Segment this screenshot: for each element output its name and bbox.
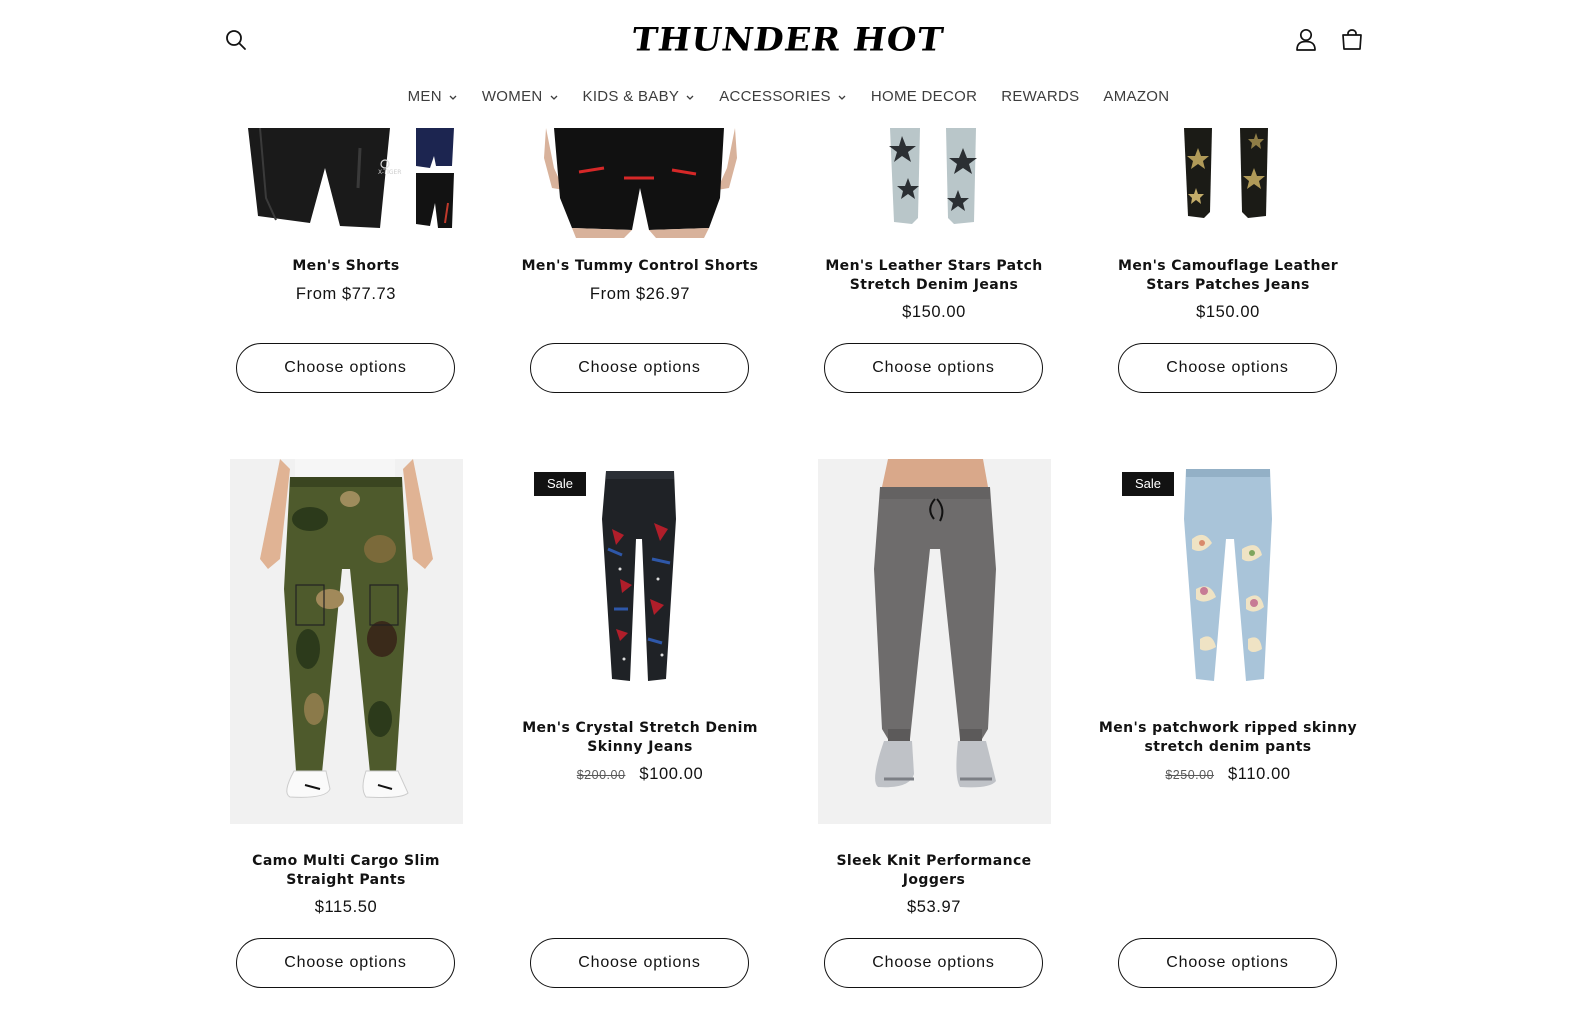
cart-icon bbox=[1342, 29, 1362, 50]
nav-item-home-decor[interactable]: HOME DECOR bbox=[859, 84, 989, 109]
price-value: $150.00 bbox=[902, 303, 966, 321]
svg-text:X-TIGER: X-TIGER bbox=[378, 169, 401, 176]
product-price: $115.50 bbox=[216, 898, 476, 917]
product-image[interactable] bbox=[230, 459, 463, 824]
chevron-down-icon bbox=[838, 95, 846, 100]
choose-options-button[interactable]: Choose options bbox=[236, 343, 455, 393]
site-header: THUNDER HOT MEN WOMEN KIDS & BABY ACCESS… bbox=[0, 0, 1577, 128]
price-value: $110.00 bbox=[1228, 765, 1291, 783]
site-logo[interactable]: THUNDER HOT bbox=[629, 14, 946, 66]
chevron-down-icon bbox=[449, 95, 457, 100]
cart-button[interactable] bbox=[1334, 22, 1370, 58]
product-image[interactable]: X-TIGER bbox=[230, 128, 463, 238]
product-image[interactable] bbox=[818, 459, 1051, 824]
product-title[interactable]: Men's Camouflage Leather Stars Patches J… bbox=[1098, 257, 1358, 294]
account-button[interactable] bbox=[1288, 22, 1324, 58]
star-jeans-image bbox=[889, 128, 977, 224]
product-title[interactable]: Men's Tummy Control Shorts bbox=[510, 257, 770, 276]
product-image[interactable]: Sale bbox=[524, 459, 757, 692]
choose-options-button[interactable]: Choose options bbox=[530, 343, 749, 393]
nav-item-women[interactable]: WOMEN bbox=[470, 84, 571, 109]
nav-item-accessories[interactable]: ACCESSORIES bbox=[707, 84, 859, 109]
choose-options-button[interactable]: Choose options bbox=[824, 938, 1043, 988]
product-image[interactable] bbox=[524, 128, 757, 238]
price-value: $150.00 bbox=[1196, 303, 1260, 321]
choose-options-button[interactable]: Choose options bbox=[236, 938, 455, 988]
price-value: $100.00 bbox=[639, 765, 704, 783]
compare-price: $250.00 bbox=[1165, 768, 1215, 782]
compare-price: $200.00 bbox=[576, 768, 626, 782]
product-price: $53.97 bbox=[804, 898, 1064, 917]
sale-badge: Sale bbox=[1122, 472, 1175, 496]
account-icon bbox=[1296, 28, 1316, 51]
nav-item-amazon[interactable]: AMAZON bbox=[1091, 84, 1181, 109]
camo-star-jeans-image bbox=[1184, 128, 1268, 218]
product-title[interactable]: Men's Crystal Stretch Denim Skinny Jeans bbox=[510, 719, 770, 756]
joggers-image bbox=[874, 459, 996, 788]
nav-label: WOMEN bbox=[481, 88, 543, 105]
product-price: $250.00 $110.00 bbox=[1098, 765, 1358, 784]
nav-item-men[interactable]: MEN bbox=[396, 84, 470, 109]
choose-options-button[interactable]: Choose options bbox=[1118, 343, 1337, 393]
sale-badge: Sale bbox=[534, 472, 587, 496]
product-title[interactable]: Men's patchwork ripped skinny stretch de… bbox=[1098, 719, 1358, 756]
product-image[interactable] bbox=[818, 128, 1051, 238]
nav-item-kids-baby[interactable]: KIDS & BABY bbox=[571, 84, 708, 109]
search-button[interactable] bbox=[218, 22, 254, 58]
product-price: From $26.97 bbox=[510, 285, 770, 304]
logo-text: THUNDER HOT bbox=[629, 21, 947, 59]
product-price: $150.00 bbox=[1098, 303, 1358, 322]
product-title[interactable]: Men's Leather Stars Patch Stretch Denim … bbox=[804, 257, 1064, 294]
chevron-down-icon bbox=[550, 95, 557, 100]
price-value: $115.50 bbox=[314, 898, 378, 916]
nav-label: AMAZON bbox=[1103, 88, 1170, 105]
product-image[interactable]: Sale bbox=[1112, 459, 1345, 692]
chevron-down-icon bbox=[686, 95, 694, 100]
tummy-shorts-image bbox=[544, 128, 737, 238]
product-image[interactable] bbox=[1112, 128, 1345, 238]
nav-item-rewards[interactable]: REWARDS bbox=[989, 84, 1091, 109]
product-price: From $77.73 bbox=[216, 285, 476, 304]
choose-options-button[interactable]: Choose options bbox=[824, 343, 1043, 393]
product-title[interactable]: Men's Shorts bbox=[216, 257, 476, 276]
choose-options-button[interactable]: Choose options bbox=[1118, 938, 1337, 988]
product-price: $150.00 bbox=[804, 303, 1064, 322]
main-nav: MEN WOMEN KIDS & BABY ACCESSORIES HOME D… bbox=[0, 84, 1577, 109]
shorts-image: X-TIGER bbox=[248, 128, 454, 228]
search-icon bbox=[226, 30, 246, 50]
nav-label: ACCESSORIES bbox=[719, 88, 831, 105]
nav-label: KIDS & BABY bbox=[582, 88, 680, 105]
nav-label: HOME DECOR bbox=[870, 88, 978, 105]
price-value: From $77.73 bbox=[295, 285, 397, 303]
price-value: From $26.97 bbox=[589, 285, 691, 303]
product-title[interactable]: Sleek Knit Performance Joggers bbox=[804, 852, 1064, 889]
nav-label: REWARDS bbox=[1001, 88, 1080, 105]
product-title[interactable]: Camo Multi Cargo Slim Straight Pants bbox=[216, 852, 476, 889]
nav-label: MEN bbox=[407, 88, 442, 105]
choose-options-button[interactable]: Choose options bbox=[530, 938, 749, 988]
product-price: $200.00 $100.00 bbox=[510, 765, 770, 784]
price-value: $53.97 bbox=[906, 898, 962, 916]
camo-cargo-pants-image bbox=[260, 459, 433, 798]
